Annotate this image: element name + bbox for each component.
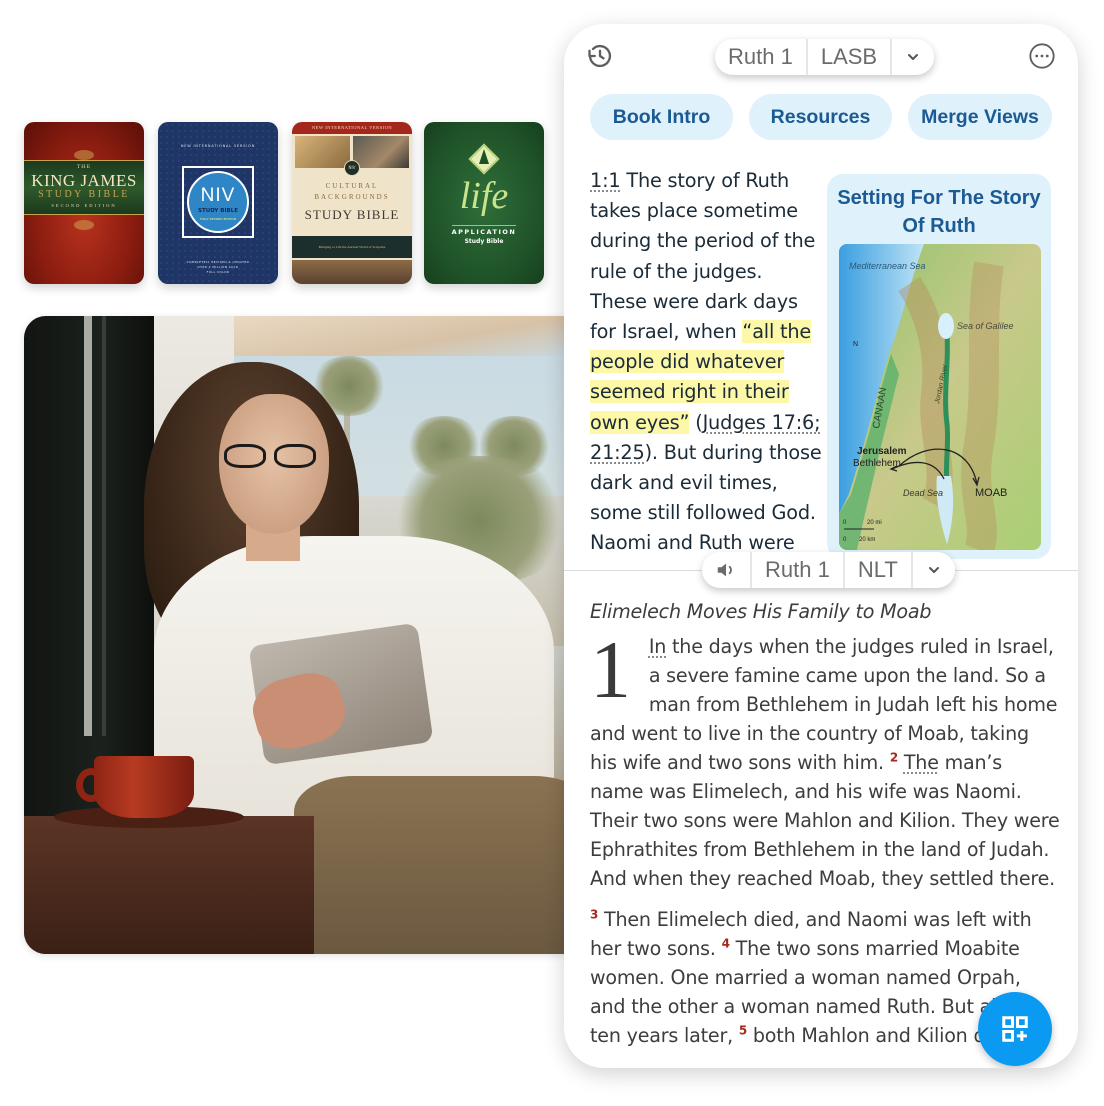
- cover-footer: COMPLETELY REVISED & UPDATED OVER 2 MILL…: [158, 260, 278, 275]
- cover-title: life: [459, 175, 509, 217]
- chevron-down-icon: [908, 54, 919, 60]
- cover-subtitle: APPLICATION: [451, 228, 517, 236]
- verse-reference-link[interactable]: 1:1: [590, 169, 621, 192]
- map-image[interactable]: Mediterranean Sea Sea of Galilee N CANAA…: [839, 244, 1041, 550]
- book-chapter-select[interactable]: Ruth 1: [715, 39, 808, 75]
- paragraph: 1 In the days when the judges ruled in Is…: [590, 624, 1060, 893]
- add-widget-button[interactable]: [978, 992, 1052, 1066]
- cover-photo: [353, 136, 409, 168]
- commentary-text: The story of Ruth takes place sometime d…: [590, 169, 816, 344]
- speaker-icon: [717, 563, 732, 577]
- chevron-down-icon: [928, 567, 939, 573]
- book-cover-cultural-backgrounds[interactable]: NEW INTERNATIONAL VERSION NIV CULTURAL B…: [292, 122, 412, 284]
- map-label-sea: Mediterranean Sea: [849, 261, 926, 271]
- cover-title: KING JAMES: [31, 171, 137, 190]
- map-label-dead-sea: Dead Sea: [903, 488, 943, 498]
- commentary-text: (: [689, 410, 703, 434]
- add-widget-icon: [1002, 1016, 1028, 1042]
- map-label-north: N: [853, 341, 858, 348]
- version-select[interactable]: LASB: [808, 39, 893, 75]
- tab-merge-views[interactable]: Merge Views: [908, 94, 1052, 140]
- verse-link[interactable]: In: [649, 635, 667, 658]
- version-select[interactable]: NLT: [845, 552, 913, 588]
- cover-photo: [295, 136, 350, 168]
- map-jordan-river: [943, 333, 951, 485]
- book-chapter-select[interactable]: Ruth 1: [752, 552, 845, 588]
- verse-link[interactable]: The: [904, 751, 939, 774]
- cover-photo: [292, 260, 412, 284]
- chapter-version-selector: Ruth 1 LASB: [715, 39, 935, 75]
- map-sea-of-galilee: [938, 313, 954, 339]
- photo-glasses: [224, 444, 266, 468]
- selector-dropdown-button[interactable]: [913, 552, 955, 588]
- map-scale-label: 20 km: [859, 537, 875, 543]
- photo-window-frame: [84, 316, 92, 736]
- ornament: [74, 150, 94, 160]
- map-card[interactable]: Setting For The Story Of Ruth Mediterran…: [827, 174, 1051, 559]
- verse-number: 3: [590, 907, 599, 922]
- scripture-text: Elimelech Moves His Family to Moab 1 In t…: [590, 597, 1060, 1067]
- ornament: [74, 220, 94, 230]
- cover-text: NEW INTERNATIONAL VERSION: [292, 122, 412, 134]
- map-title: Setting For The Story Of Ruth: [837, 187, 1041, 237]
- audio-button[interactable]: [702, 552, 752, 588]
- book-cover-life-application[interactable]: life APPLICATION Study Bible: [424, 122, 544, 284]
- photo-cup: [94, 756, 194, 818]
- cover-subtitle: Study Bible: [464, 238, 504, 245]
- cover-text: THE: [76, 164, 92, 170]
- region-map: Mediterranean Sea Sea of Galilee N CANAA…: [839, 244, 1041, 550]
- book-cover-niv-study[interactable]: NEW INTERNATIONAL VERSION NIV STUDY BIBL…: [158, 122, 278, 284]
- more-options-button[interactable]: [1026, 40, 1058, 72]
- cover-circle: NIV STUDY BIBLE FULLY REVISED EDITION: [187, 171, 249, 233]
- cover-text: FULL COLOR: [206, 270, 230, 274]
- photo-pants: [294, 776, 584, 954]
- more-horizontal-icon: [1029, 43, 1055, 69]
- history-button[interactable]: [584, 40, 616, 72]
- cover-subtitle: STUDY BIBLE: [304, 207, 400, 222]
- cover-tagline: Bringing to Life the Ancient World of Sc…: [292, 236, 412, 258]
- cover-subtitle: STUDY BIBLE: [198, 208, 238, 214]
- verse-number: 2: [889, 750, 898, 765]
- reader-tabs: Book Intro Resources Merge Views: [590, 94, 1052, 140]
- cover-subtitle: STUDY BIBLE: [38, 189, 130, 200]
- lifestyle-photo: [24, 316, 584, 954]
- photo-window-frame: [102, 316, 106, 736]
- verse-number: 5: [738, 1023, 748, 1038]
- bible-reader-panel: Ruth 1 LASB Book Intro Resources Merge V…: [564, 24, 1078, 1068]
- map-label-jerusalem: Jerusalem: [857, 446, 907, 457]
- map-scale-label: 20 mi: [867, 520, 882, 526]
- cover-edition: FULLY REVISED EDITION: [199, 217, 237, 221]
- map-label-bethlehem: Bethlehem: [853, 458, 901, 469]
- cover-title: NIV: [200, 185, 236, 206]
- chapter-number: 1: [590, 624, 631, 715]
- cover-badge: NIV: [344, 160, 360, 176]
- tab-book-intro[interactable]: Book Intro: [590, 94, 733, 140]
- parallel-version-selector: Ruth 1 NLT: [702, 552, 955, 588]
- verse-number: 4: [721, 936, 730, 951]
- cover-frame: NIV STUDY BIBLE FULLY REVISED EDITION: [182, 166, 254, 238]
- tab-resources[interactable]: Resources: [749, 94, 892, 140]
- cover-edition: SECOND EDITION: [51, 203, 117, 208]
- history-icon: [588, 44, 612, 68]
- selector-dropdown-button[interactable]: [892, 39, 934, 75]
- photo-glasses: [274, 444, 316, 468]
- cover-title: CULTURAL: [325, 182, 379, 190]
- commentary-note: 1:1 The story of Ruth takes place someti…: [590, 166, 824, 552]
- cover-text: NEW INTERNATIONAL VERSION: [180, 144, 256, 148]
- cover-title: BACKGROUNDS: [314, 193, 390, 201]
- book-cover-king-james[interactable]: THE KING JAMES STUDY BIBLE SECOND EDITIO…: [24, 122, 144, 284]
- photo-table: [24, 816, 314, 954]
- photo-awning: [234, 316, 584, 356]
- section-heading: Elimelech Moves His Family to Moab: [590, 600, 932, 623]
- map-label-moab: MOAB: [975, 487, 1007, 499]
- map-label-galilee: Sea of Galilee: [957, 321, 1014, 331]
- tree-icon: [479, 149, 489, 164]
- divider: [452, 225, 516, 226]
